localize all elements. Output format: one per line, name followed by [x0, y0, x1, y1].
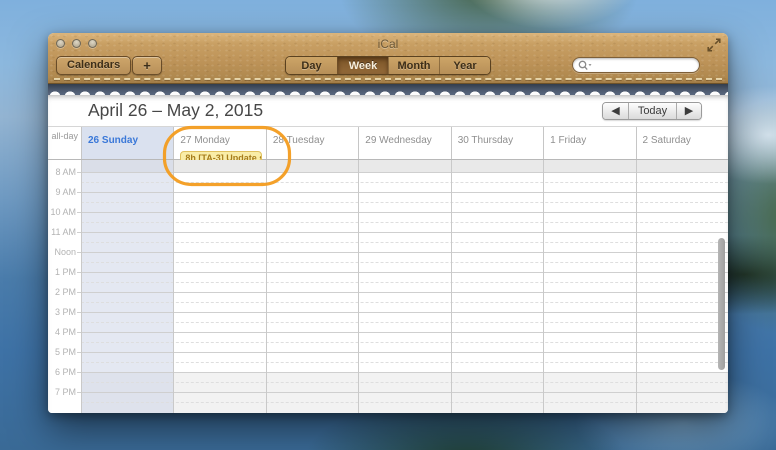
allday-gutter: all-day [48, 127, 81, 159]
titlebar: iCal Calendars + Day Week Month Year [48, 33, 728, 84]
pre-morning-band [81, 160, 728, 172]
tab-day[interactable]: Day [286, 57, 337, 74]
day-header-saturday[interactable]: 2 Saturday [636, 127, 728, 159]
view-switcher: Day Week Month Year [285, 56, 491, 75]
tab-year[interactable]: Year [439, 57, 490, 74]
allday-label: all-day [51, 131, 78, 141]
day-header-tuesday[interactable]: 28 Tuesday [266, 127, 358, 159]
day-header-monday[interactable]: 27 Monday 8h [TA-3] Update s… [173, 127, 265, 159]
time-label: 10 AM [48, 207, 76, 217]
time-label: 5 PM [48, 347, 76, 357]
time-label: 6 PM [48, 367, 76, 377]
week-grid[interactable]: 8 AM 9 AM 10 AM 11 AM Noon 1 PM 2 PM 3 P… [48, 160, 728, 413]
time-label: 2 PM [48, 287, 76, 297]
time-label: 9 AM [48, 187, 76, 197]
hour-lines [77, 172, 728, 412]
calendar-header: April 26 – May 2, 2015 ◀ Today ▶ [48, 95, 728, 126]
tab-month[interactable]: Month [388, 57, 439, 74]
app-window: iCal Calendars + Day Week Month Year Apr… [48, 33, 728, 413]
today-button[interactable]: Today [628, 103, 676, 119]
scrollbar-thumb[interactable] [718, 238, 725, 370]
search-icon [578, 60, 593, 72]
day-header-row: all-day 26 Sunday 27 Monday 8h [TA-3] Up… [48, 126, 728, 160]
time-label: 4 PM [48, 327, 76, 337]
time-label: Noon [48, 247, 76, 257]
time-label: 11 AM [48, 227, 76, 237]
day-header-wednesday[interactable]: 29 Wednesday [358, 127, 450, 159]
next-week-button[interactable]: ▶ [676, 103, 701, 119]
search-input[interactable] [595, 59, 693, 71]
time-label: 7 PM [48, 387, 76, 397]
time-label: 1 PM [48, 267, 76, 277]
day-header-sunday[interactable]: 26 Sunday [81, 127, 173, 159]
time-label: 8 AM [48, 167, 76, 177]
day-header-thursday[interactable]: 30 Thursday [451, 127, 543, 159]
calendars-button[interactable]: Calendars [56, 56, 131, 75]
day-header-friday[interactable]: 1 Friday [543, 127, 635, 159]
calendar-content: April 26 – May 2, 2015 ◀ Today ▶ all-day… [48, 95, 728, 413]
previous-week-button[interactable]: ◀ [603, 103, 628, 119]
tab-week[interactable]: Week [337, 57, 388, 74]
desktop-wallpaper: { "window": { "title": "iCal" }, "toolba… [0, 0, 776, 450]
fullscreen-icon[interactable] [707, 38, 721, 52]
week-title: April 26 – May 2, 2015 [88, 100, 263, 121]
window-title: iCal [48, 37, 728, 51]
time-label: 3 PM [48, 307, 76, 317]
week-navigation: ◀ Today ▶ [602, 102, 702, 120]
search-field[interactable] [572, 57, 700, 73]
add-calendar-button[interactable]: + [132, 56, 162, 75]
